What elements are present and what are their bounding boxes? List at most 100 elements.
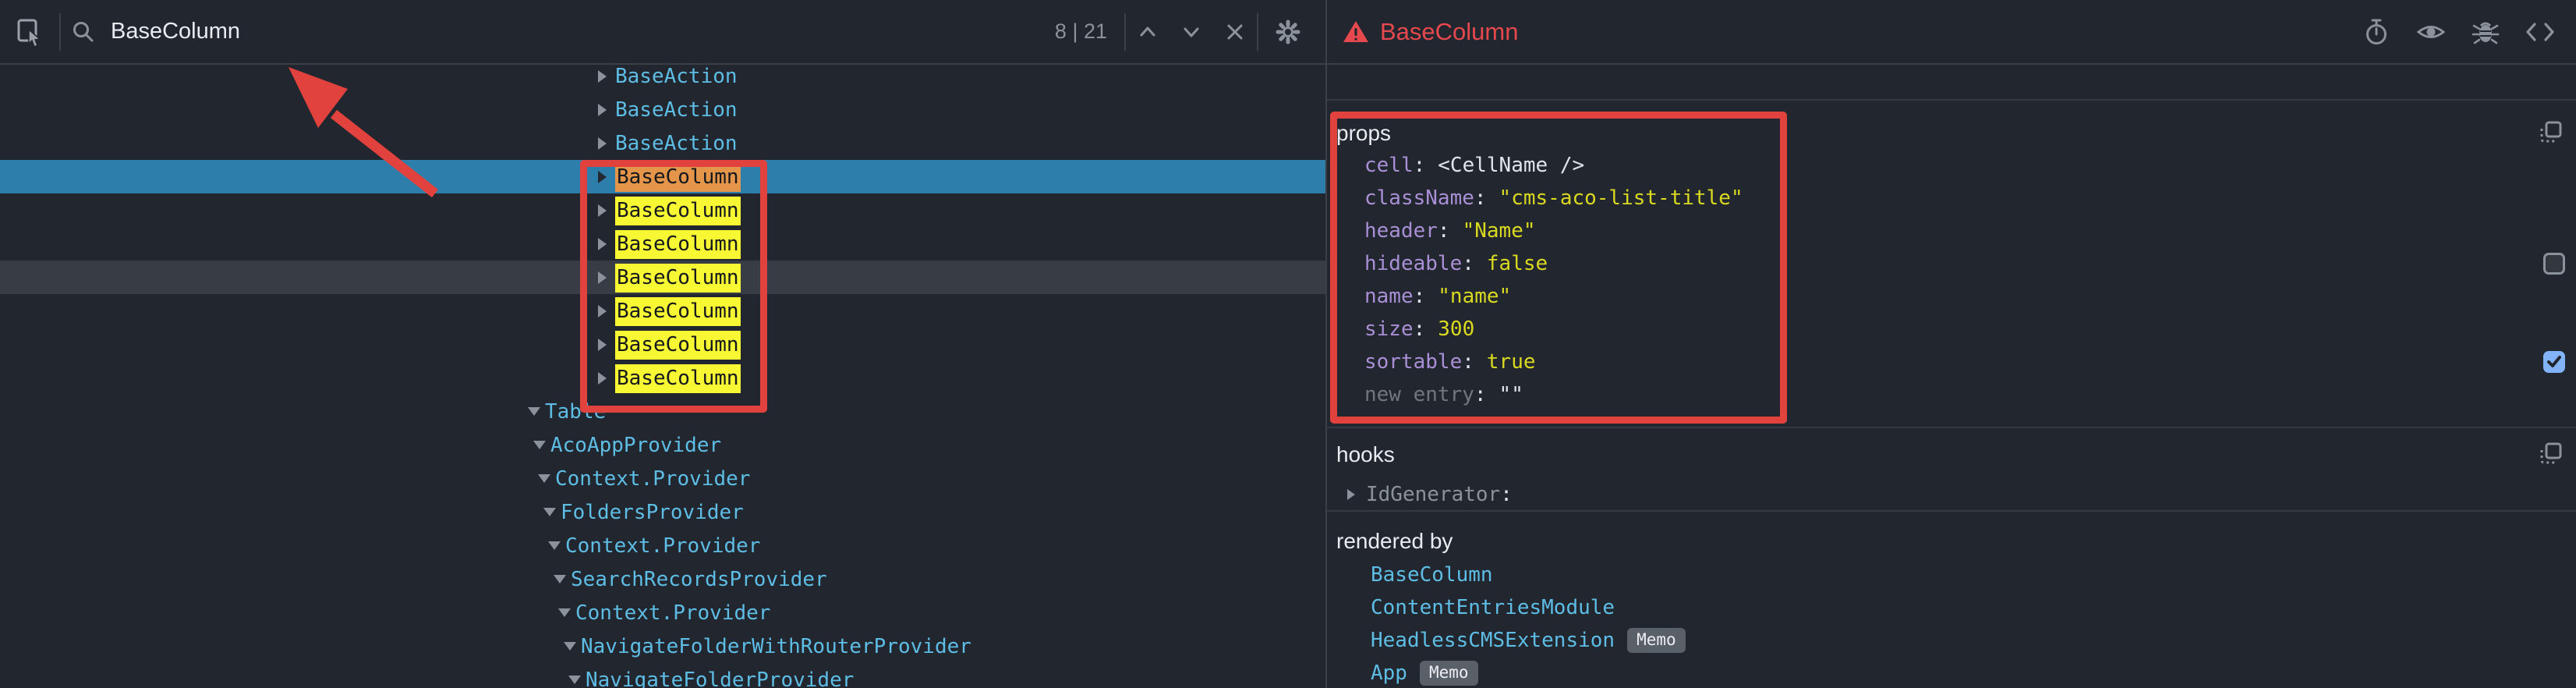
component-name: BaseColumn (615, 165, 741, 189)
tree-row[interactable]: BaseColumn (0, 261, 1325, 294)
prop-row[interactable]: sortable:true (1327, 346, 2576, 378)
chevron-right-icon[interactable] (598, 171, 607, 183)
prop-value[interactable]: true (1487, 350, 1536, 374)
owner-row[interactable]: HeadlessCMSExtension Memo (1327, 624, 2576, 657)
error-warning-icon (1343, 20, 1369, 44)
unchecked-checkbox[interactable] (2543, 253, 2565, 275)
owner-link[interactable]: App (1371, 661, 1407, 685)
props-section: props cell:<CellName />className:"cms-ac… (1327, 101, 2576, 428)
chevron-down-icon[interactable] (528, 407, 540, 416)
chevron-right-icon[interactable] (598, 104, 607, 116)
component-name: Context.Provider (565, 534, 760, 558)
prop-row[interactable]: header:"Name" (1327, 215, 2576, 247)
hooks-section-label: hooks (1336, 442, 1395, 467)
tree-row[interactable]: BaseColumn (0, 193, 1325, 227)
chevron-right-icon[interactable] (598, 70, 607, 83)
tree-row[interactable]: AcoAppProvider (0, 428, 1325, 462)
owner-row[interactable]: App Memo (1327, 657, 2576, 688)
tree-row[interactable]: Table (0, 395, 1325, 428)
prop-colon: : (1474, 186, 1487, 210)
chevron-down-icon[interactable] (568, 676, 581, 684)
tree-row[interactable]: NavigateFolderWithRouterProvider (0, 629, 1325, 663)
search-match-highlight: BaseColumn (615, 264, 741, 293)
prop-row[interactable]: size:300 (1327, 313, 2576, 346)
copy-props-icon[interactable] (2539, 119, 2564, 144)
rendered-by-section: rendered by BaseColumnContentEntriesModu… (1327, 513, 2576, 688)
chevron-right-icon[interactable] (598, 238, 607, 250)
tree-row[interactable]: BaseAction (0, 126, 1325, 160)
prop-row[interactable]: className:"cms-aco-list-title" (1327, 182, 2576, 215)
inspect-element-icon[interactable] (8, 10, 51, 54)
prop-row[interactable]: new entry:"" (1327, 378, 2576, 411)
chevron-right-icon[interactable] (598, 204, 607, 217)
prop-colon: : (1462, 252, 1474, 275)
chevron-down-icon[interactable] (538, 474, 550, 483)
tree-row[interactable]: BaseColumn (0, 328, 1325, 361)
prop-value[interactable]: false (1487, 252, 1548, 275)
prop-value[interactable]: <CellName /> (1438, 154, 1584, 177)
memo-badge: Memo (1420, 661, 1478, 686)
chevron-down-icon[interactable] (554, 575, 566, 583)
next-result-icon[interactable] (1169, 10, 1213, 54)
owner-link[interactable]: ContentEntriesModule (1371, 596, 1615, 619)
clear-search-icon[interactable] (1213, 10, 1257, 54)
tree-row[interactable]: SearchRecordsProvider (0, 562, 1325, 596)
owner-row[interactable]: BaseColumn (1327, 559, 2576, 591)
chevron-down-icon[interactable] (543, 508, 556, 516)
tree-row[interactable]: Context.Provider (0, 596, 1325, 629)
chevron-right-icon[interactable] (598, 137, 607, 150)
component-name: BaseAction (615, 132, 738, 155)
component-name: BaseAction (615, 98, 738, 122)
view-source-code-icon[interactable] (2518, 10, 2562, 54)
tree-row[interactable]: BaseColumn (0, 294, 1325, 328)
copy-hooks-icon[interactable] (2539, 441, 2564, 466)
prop-value[interactable]: "cms-aco-list-title" (1499, 186, 1743, 210)
owner-link[interactable]: BaseColumn (1371, 563, 1493, 587)
prop-row[interactable]: name:"name" (1327, 280, 2576, 313)
checked-checkbox[interactable] (2543, 351, 2565, 373)
prop-row[interactable]: cell:<CellName /> (1327, 149, 2576, 182)
tree-row[interactable]: Context.Provider (0, 462, 1325, 495)
tree-row[interactable]: BaseAction (0, 93, 1325, 126)
chevron-right-icon[interactable] (598, 271, 607, 284)
prop-colon: : (1462, 350, 1474, 374)
owner-link[interactable]: HeadlessCMSExtension (1371, 629, 1615, 652)
chevron-down-icon[interactable] (548, 541, 561, 550)
search-input[interactable]: BaseColumn (111, 19, 240, 44)
tree-row[interactable]: NavigateFolderProvider (0, 663, 1325, 688)
chevron-down-icon[interactable] (558, 608, 571, 617)
chevron-right-icon[interactable] (598, 372, 607, 385)
memo-badge: Memo (1627, 628, 1686, 653)
component-name: BaseColumn (615, 333, 741, 356)
chevron-right-icon[interactable] (598, 339, 607, 351)
tree-row[interactable]: BaseColumn (0, 227, 1325, 261)
owner-row[interactable]: ContentEntriesModule (1327, 591, 2576, 624)
chevron-down-icon[interactable] (564, 642, 576, 651)
component-name: NavigateFolderWithRouterProvider (581, 635, 971, 658)
prop-row[interactable]: hideable:false (1327, 247, 2576, 280)
component-name: Context.Provider (555, 467, 750, 491)
chevron-right-icon[interactable] (1347, 489, 1355, 500)
prop-value[interactable]: 300 (1438, 317, 1474, 341)
inspect-dom-eye-icon[interactable] (2409, 10, 2453, 54)
chevron-right-icon[interactable] (598, 305, 607, 317)
prop-value[interactable]: "" (1499, 383, 1523, 406)
component-name: BaseColumn (615, 232, 741, 256)
prop-value[interactable]: "Name" (1463, 219, 1536, 243)
prop-value[interactable]: "name" (1438, 285, 1511, 308)
previous-result-icon[interactable] (1126, 10, 1169, 54)
tree-row[interactable]: BaseAction (0, 66, 1325, 93)
toolbar-divider (1257, 13, 1258, 51)
prop-colon: : (1414, 317, 1426, 341)
tree-row[interactable]: FoldersProvider (0, 495, 1325, 529)
stopwatch-profiler-icon[interactable] (2355, 10, 2398, 54)
component-tree: BaseAction BaseAction BaseAction BaseColumn… (0, 66, 1325, 688)
log-data-bug-icon[interactable] (2464, 10, 2507, 54)
settings-gear-icon[interactable] (1266, 10, 1310, 54)
tree-row[interactable]: Context.Provider (0, 529, 1325, 562)
tree-row[interactable]: BaseColumn (0, 160, 1325, 193)
component-name: NavigateFolderProvider (586, 668, 854, 688)
hook-row-idgenerator[interactable]: IdGenerator: (1327, 478, 2576, 511)
tree-row[interactable]: BaseColumn (0, 361, 1325, 395)
chevron-down-icon[interactable] (533, 441, 546, 449)
